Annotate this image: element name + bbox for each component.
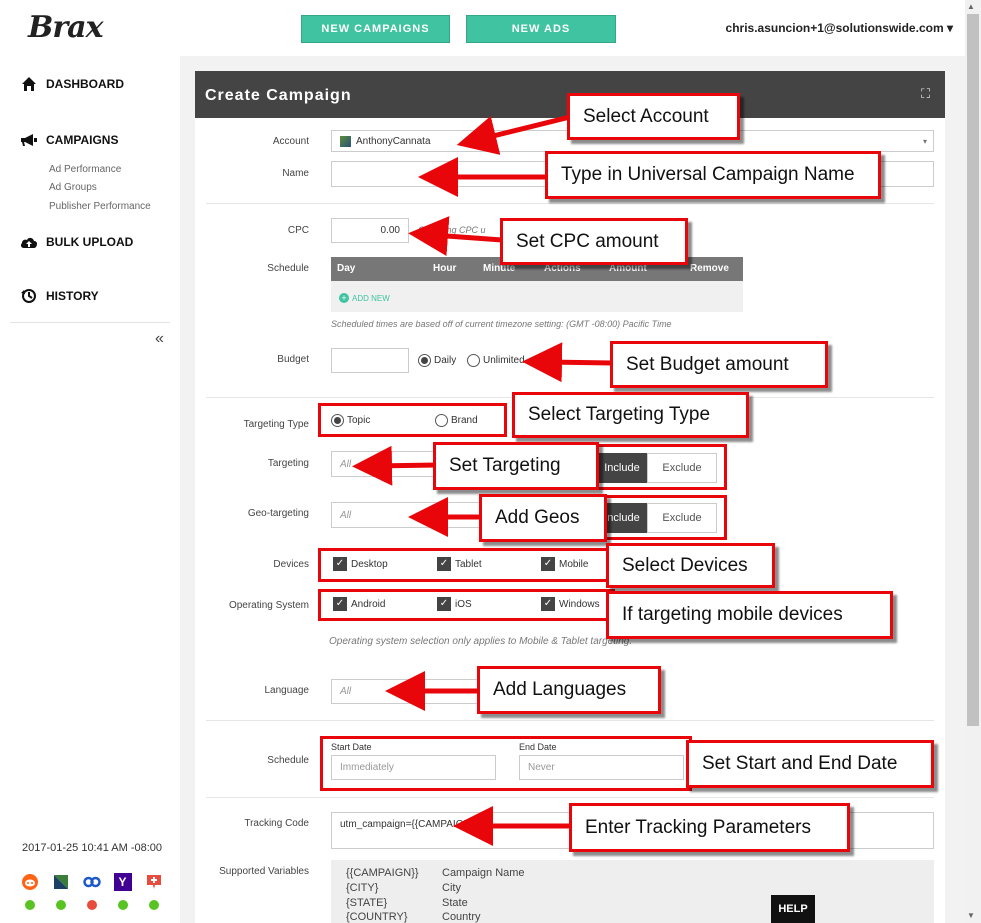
arrow-targeting (352, 445, 438, 486)
callout-set-cpc: Set CPC amount (500, 218, 688, 265)
arrow-select-account (456, 114, 571, 155)
arrow-budget (522, 342, 613, 383)
callout-set-budget: Set Budget amount (610, 341, 828, 388)
callout-campaign-name: Type in Universal Campaign Name (545, 151, 881, 199)
callout-targeting-type: Select Targeting Type (512, 392, 749, 438)
arrow-cpc (408, 216, 503, 257)
callout-select-devices: Select Devices (606, 543, 775, 588)
callout-add-geos: Add Geos (479, 494, 607, 542)
callout-set-targeting: Set Targeting (433, 442, 599, 490)
callout-add-languages: Add Languages (477, 666, 661, 714)
callout-select-account: Select Account (567, 93, 740, 140)
callout-set-dates: Set Start and End Date (686, 740, 934, 788)
callout-mobile-note: If targeting mobile devices (606, 591, 893, 639)
callout-tracking: Enter Tracking Parameters (569, 803, 850, 852)
help-button[interactable]: HELP (771, 895, 815, 923)
